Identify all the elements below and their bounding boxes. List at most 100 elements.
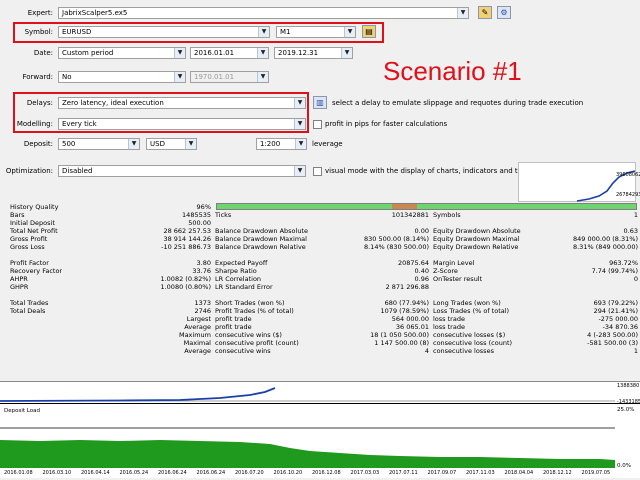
table-cell: 1.0080 (0.80%) (160, 283, 211, 291)
table-row: Average consecutive wins 4 consecutive loss… (8, 347, 640, 355)
mini-balance-chart: 39608062 26784293 (518, 162, 640, 202)
table-cell: 20875.64 (397, 259, 429, 267)
table-cell: loss trade (433, 323, 465, 331)
currency-select[interactable]: USD ▼ (146, 138, 197, 150)
date-from-input[interactable]: 2016.01.01 ▼ (190, 47, 269, 59)
symbol-properties-icon[interactable]: ▤ (362, 25, 376, 38)
table-cell: 1485535 (182, 211, 211, 219)
table-cell (431, 203, 541, 211)
optimization-select[interactable]: Disabled ▼ (58, 165, 306, 177)
edit-expert-icon[interactable]: ✎ (478, 6, 492, 19)
table-row: Recovery Factor 33.76 Sharpe Ratio 0.40 Z-Sc… (8, 267, 640, 275)
scenario-annotation: Scenario #1 (383, 56, 522, 86)
table-cell: 96% (196, 203, 211, 211)
chevron-down-icon: ▼ (341, 48, 352, 58)
load-area (0, 440, 615, 468)
table-cell (431, 219, 541, 227)
chevron-down-icon: ▼ (294, 119, 305, 129)
table-cell: Maximal (183, 339, 211, 347)
deposit-select[interactable]: 500 ▼ (58, 138, 140, 150)
delays-hint: select a delay to emulate slippage and r… (332, 99, 584, 107)
mini-chart-bottom-value: 26784293 (616, 192, 640, 198)
date-to-input[interactable]: 2019.12.31 ▼ (274, 47, 353, 59)
gear-icon[interactable]: ⚙ (497, 6, 511, 19)
x-axis-tick-label: 2016.01.08 (4, 470, 33, 476)
profit-pips-checkbox[interactable] (313, 120, 322, 129)
leverage-select[interactable]: 1:200 ▼ (256, 138, 307, 150)
table-cell: 1 (633, 211, 638, 219)
results-table: History Quality 96% Bars 1485535 Ticks 101342… (8, 203, 640, 355)
symbol-select[interactable]: EURUSD ▼ (58, 26, 270, 38)
leverage-value: 1:200 (260, 140, 281, 148)
chevron-down-icon: ▼ (294, 166, 305, 176)
table-cell: 28 662 257.53 (163, 227, 211, 235)
table-cell: Expected Payoff (215, 259, 268, 267)
table-cell: 1 (633, 347, 638, 355)
table-cell (103, 251, 213, 259)
table-row (8, 291, 640, 299)
forward-select[interactable]: No ▼ (58, 71, 186, 83)
chevron-down-icon: ▼ (294, 98, 305, 108)
table-row: Largest profit trade 564 000.00 loss trade -… (8, 315, 640, 323)
expert-select[interactable]: JabrixScalper5.ex5 ▼ (58, 7, 469, 19)
table-cell (213, 251, 323, 259)
x-axis: 2016.01.08 2016.03.10 2016.04.14 2016.05.24… (0, 468, 640, 478)
delay-bars-icon[interactable]: ▥ (313, 96, 327, 109)
forward-value: No (62, 73, 72, 81)
date-select[interactable]: Custom period ▼ (58, 47, 186, 59)
table-cell: History Quality (10, 203, 59, 211)
table-row: History Quality 96% (8, 203, 640, 211)
table-cell: Z-Score (433, 267, 458, 275)
forward-date-value: 1970.01.01 (194, 73, 235, 81)
table-cell: 680 (77.94%) (384, 299, 429, 307)
table-cell: Total Deals (10, 307, 46, 315)
table-cell: 2746 (194, 307, 211, 315)
table-cell: Short Trades (won %) (215, 299, 285, 307)
delays-select[interactable]: Zero latency, ideal execution ▼ (58, 97, 306, 109)
table-cell (431, 251, 541, 259)
table-cell: Total Trades (10, 299, 49, 307)
table-cell (323, 203, 431, 211)
table-row (8, 251, 640, 259)
table-cell (213, 291, 323, 299)
table-cell: consecutive wins (215, 347, 271, 355)
table-cell (541, 203, 640, 211)
table-cell: -581 500.00 (3) (587, 339, 638, 347)
table-cell: profit trade (215, 323, 252, 331)
chevron-down-icon: ▼ (128, 139, 139, 149)
modelling-value: Every tick (62, 120, 97, 128)
table-cell: 1373 (194, 299, 211, 307)
table-cell: Profit Trades (% of total) (215, 307, 294, 315)
table-cell (431, 283, 541, 291)
table-cell: 1 147 500.00 (8) (374, 339, 429, 347)
table-row: Maximum consecutive wins ($) 18 (1 050 500… (8, 331, 640, 339)
table-cell: 564 000.00 (391, 315, 429, 323)
table-row: Total Deals 2746 Profit Trades (% of total… (8, 307, 640, 315)
x-axis-tick-label: 2017.09.07 (427, 470, 457, 476)
deposit-load-top-pct: 25.0% (617, 407, 635, 413)
table-cell: Equity Drawdown Absolute (433, 227, 521, 235)
table-cell (8, 251, 103, 259)
table-cell: LR Standard Error (215, 283, 273, 291)
table-cell (8, 339, 103, 347)
symbol-label: Symbol: (24, 28, 53, 36)
leverage-label: leverage (312, 140, 343, 148)
balance-right-value: 1388380 (617, 383, 640, 389)
expert-value: JabrixScalper5.ex5 (62, 9, 128, 17)
x-axis-tick-label: 2016.03.10 (42, 470, 72, 476)
visual-mode-checkbox[interactable] (313, 167, 322, 176)
period-select[interactable]: M1 ▼ (276, 26, 356, 38)
table-cell: 8.31% (849 000.00) (572, 243, 638, 251)
table-cell: -10 251 886.73 (161, 243, 211, 251)
modelling-label: Modelling: (16, 120, 53, 128)
date-value: Custom period (62, 49, 114, 57)
table-cell: 4 (-283 500.00) (587, 331, 638, 339)
modelling-select[interactable]: Every tick ▼ (58, 118, 306, 130)
table-cell: OnTester result (433, 275, 483, 283)
date-to-value: 2019.12.31 (278, 49, 319, 57)
table-row: Profit Factor 3.80 Expected Payoff 20875.64… (8, 259, 640, 267)
optimization-value: Disabled (62, 167, 93, 175)
table-cell: Average (184, 323, 211, 331)
table-cell (103, 291, 213, 299)
table-cell: loss trade (433, 315, 465, 323)
